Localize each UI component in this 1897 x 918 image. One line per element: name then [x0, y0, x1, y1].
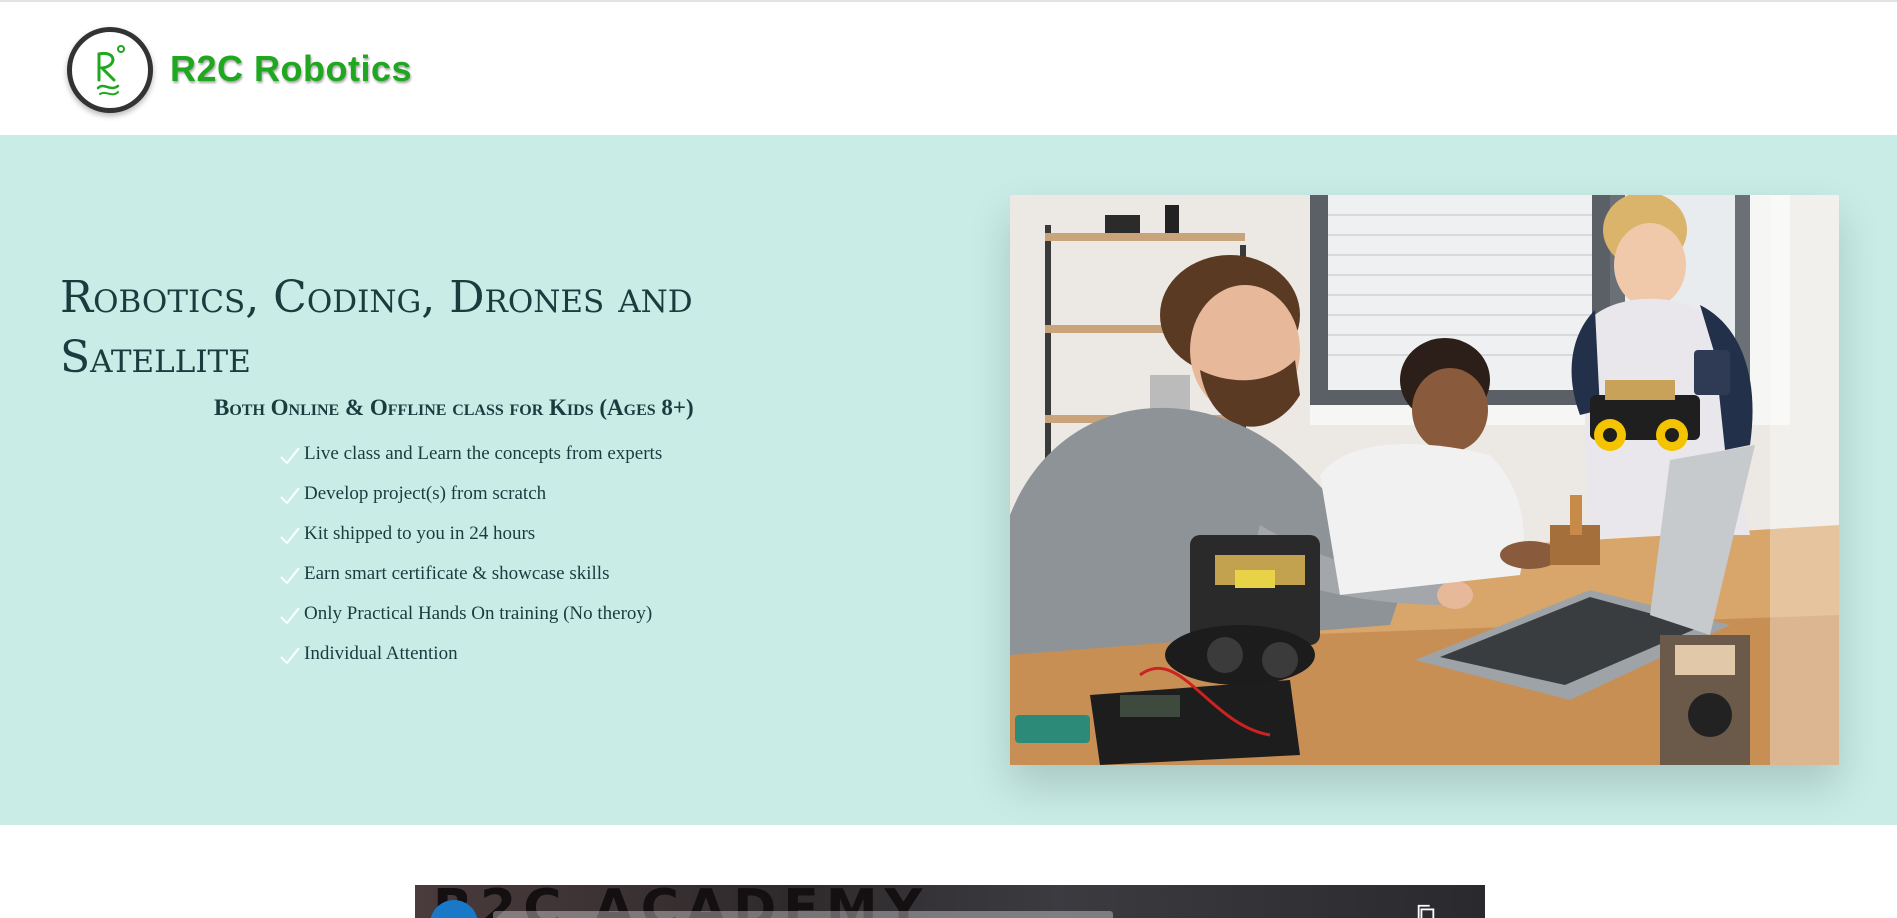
check-icon — [280, 487, 300, 505]
list-item: Only Practical Hands On training (No the… — [278, 601, 662, 641]
r2c-logo-icon[interactable] — [67, 27, 153, 113]
check-icon — [280, 567, 300, 585]
hero-title: Robotics, Coding, Drones and Satellite — [60, 272, 693, 383]
video-title-bar[interactable] — [493, 911, 1113, 918]
site-header: R2C Robotics — [0, 2, 1897, 135]
list-item: Kit shipped to you in 24 hours — [278, 521, 662, 561]
hero-photo — [1010, 195, 1839, 765]
feature-text: Kit shipped to you in 24 hours — [304, 523, 536, 544]
feature-text: Live class and Learn the concepts from e… — [304, 443, 663, 464]
check-icon — [280, 527, 300, 545]
feature-text: Only Practical Hands On training (No the… — [304, 603, 653, 624]
check-icon — [280, 647, 300, 665]
logo-mark — [96, 45, 125, 96]
feature-text: Develop project(s) from scratch — [304, 483, 547, 504]
feature-text: Earn smart certificate & showcase skills — [304, 563, 610, 584]
list-item: Earn smart certificate & showcase skills — [278, 561, 662, 601]
check-icon — [280, 607, 300, 625]
hero-subtitle: Both Online & Offline class for Kids (Ag… — [214, 395, 694, 420]
copy-link-icon[interactable] — [1415, 903, 1437, 918]
feature-text: Individual Attention — [304, 643, 458, 664]
video-embed[interactable]: R2C ACADEMY — [415, 885, 1485, 918]
list-item: Develop project(s) from scratch — [278, 481, 662, 521]
brand-name[interactable]: R2C Robotics — [170, 48, 412, 90]
robotics-class-illustration — [1010, 195, 1839, 765]
feature-list: Live class and Learn the concepts from e… — [278, 441, 662, 681]
list-item: Live class and Learn the concepts from e… — [278, 441, 662, 481]
list-item: Individual Attention — [278, 641, 662, 681]
hero-section: Robotics, Coding, Drones and Satellite B… — [0, 135, 1897, 825]
check-icon — [280, 447, 300, 465]
